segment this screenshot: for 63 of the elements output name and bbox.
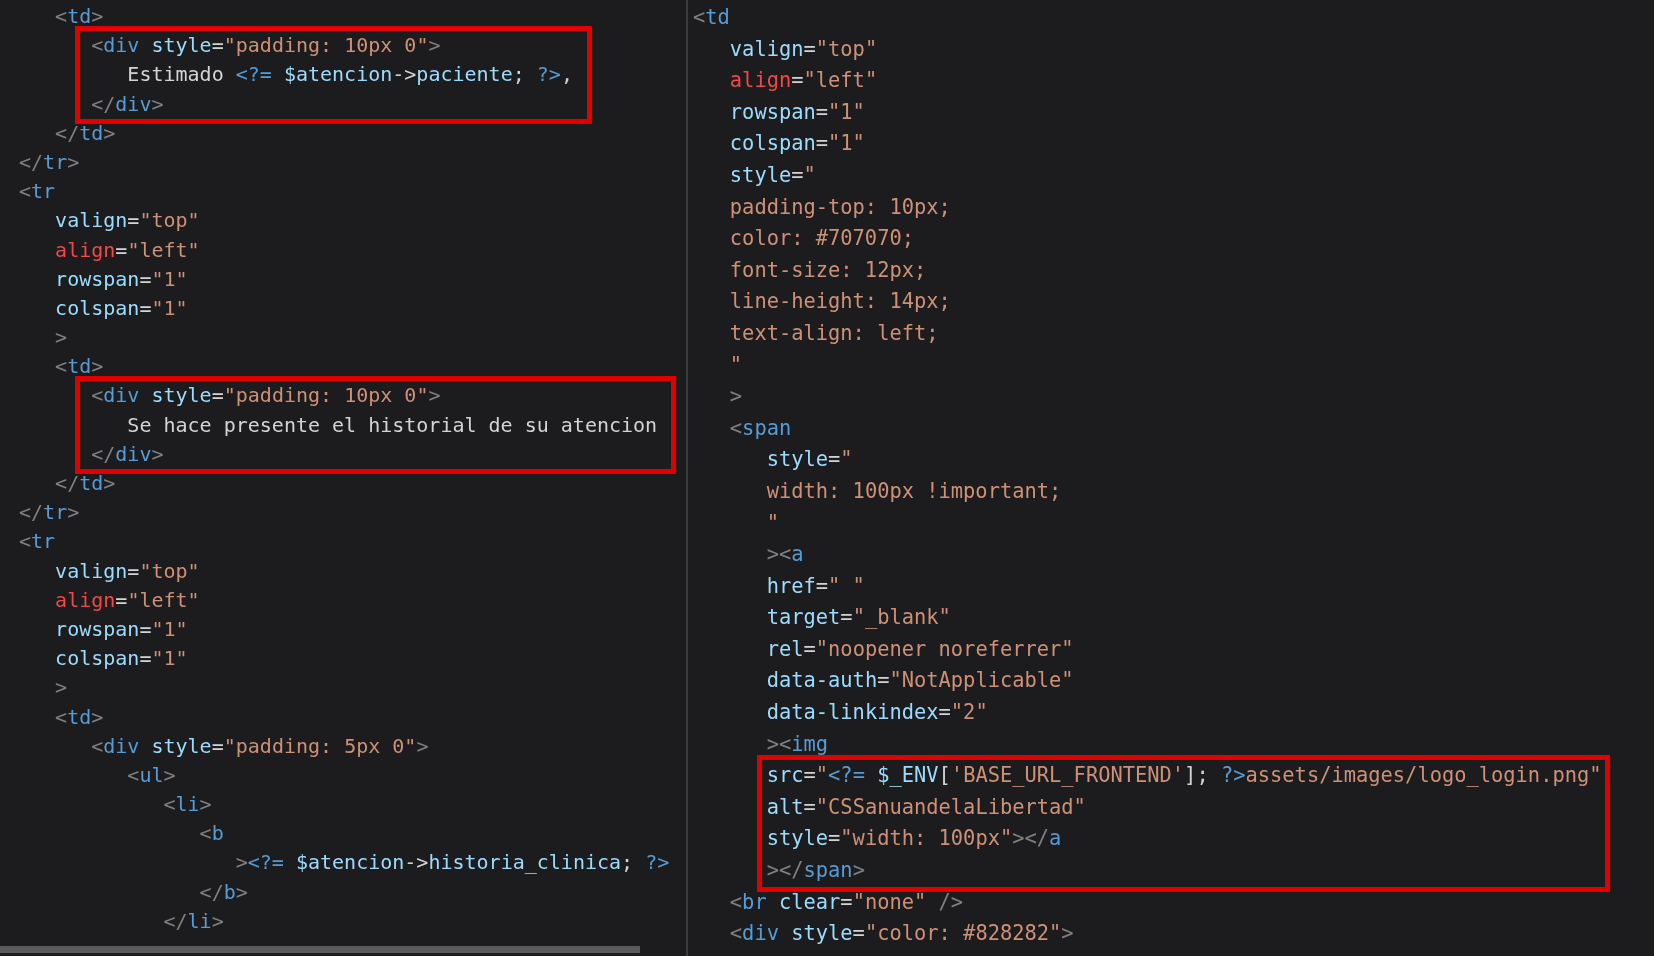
code-line: rowspan="1" — [55, 265, 188, 293]
code-line: <td> — [55, 3, 104, 30]
code-line: rowspan="1" — [55, 615, 188, 643]
code-line: colspan="1" — [55, 294, 188, 322]
code-line: <div style="padding: 10px 0"> — [91, 382, 441, 410]
code-line: </td> — [55, 119, 116, 147]
code-line: href=" " — [766, 572, 865, 600]
code-line: style=" — [766, 446, 853, 474]
code-line: rel="noopener noreferrer" — [766, 635, 1074, 663]
code-line: colspan="1" — [55, 645, 188, 673]
code-line: target="_blank" — [766, 604, 951, 632]
code-line: <b — [199, 820, 224, 848]
code-line: > — [55, 674, 68, 702]
code-line: src="<?= $_ENV['BASE_URL_FRONTEND']; ?>assets/images/logo_login.png" — [766, 762, 1602, 790]
code-line: align="left" — [55, 586, 200, 614]
code-line: </div> — [91, 440, 164, 468]
code-line: </tr> — [19, 499, 80, 527]
code-line: width: 100px !important; — [766, 477, 1062, 505]
code-line: <td> — [55, 353, 104, 381]
code-line: ><a — [766, 541, 804, 569]
code-line: > — [729, 383, 743, 411]
code-line: <td> — [55, 703, 104, 731]
code-line: <td — [693, 4, 730, 31]
code-line: </tr> — [19, 148, 80, 176]
code-line: text-align: left; — [729, 319, 939, 347]
code-line: data-linkindex="2" — [766, 699, 988, 727]
code-line: <div style="padding: 5px 0"> — [91, 732, 429, 760]
code-line: <tr — [19, 528, 56, 556]
code-line: padding-top: 10px; — [729, 193, 951, 221]
code-line: colspan="1" — [729, 130, 865, 158]
code-line: style="width: 100px"></a — [766, 825, 1062, 853]
code-line: align="left" — [729, 67, 878, 95]
code-line: ><img — [766, 730, 829, 758]
code-line: <li> — [163, 791, 212, 819]
code-line: " — [766, 509, 779, 537]
code-line: ></span> — [766, 857, 865, 885]
code-line: style=" — [729, 161, 816, 189]
code-line: <div style="color: #828282"> — [729, 920, 1074, 948]
code-line: rowspan="1" — [729, 98, 865, 126]
code-line: > — [55, 324, 68, 352]
code-line: <div style="padding: 10px 0"> — [91, 32, 441, 60]
code-line: </b> — [199, 878, 248, 906]
code-line: </div> — [91, 90, 164, 118]
code-line: Estimado <?= $atencion->paciente; ?>, — [127, 61, 573, 89]
code-line: font-size: 12px; — [729, 256, 927, 284]
code-line: alt="CSSanuandelaLibertad" — [766, 793, 1086, 821]
code-line: Se hace presente el historial de su atencion — [127, 411, 658, 439]
code-line: align="left" — [55, 236, 200, 264]
code-line: valign="top" — [55, 207, 200, 235]
code-line: <span — [729, 414, 792, 442]
code-line: </li> — [163, 907, 224, 935]
code-line: ><?= $atencion->historia_clinica; ?> — [235, 849, 670, 877]
code-line: valign="top" — [55, 557, 200, 585]
code-line: <ul> — [127, 761, 176, 789]
code-line: line-height: 14px; — [729, 288, 951, 316]
code-line: data-auth="NotApplicable" — [766, 667, 1074, 695]
scrollbar[interactable] — [0, 946, 640, 953]
code-line: <tr — [19, 178, 56, 206]
code-line: valign="top" — [729, 35, 878, 63]
code-line: </td> — [55, 470, 116, 497]
code-line: <br clear="none" /> — [729, 888, 964, 916]
code-line: color: #707070; — [729, 225, 914, 253]
code-line: " — [729, 351, 743, 379]
